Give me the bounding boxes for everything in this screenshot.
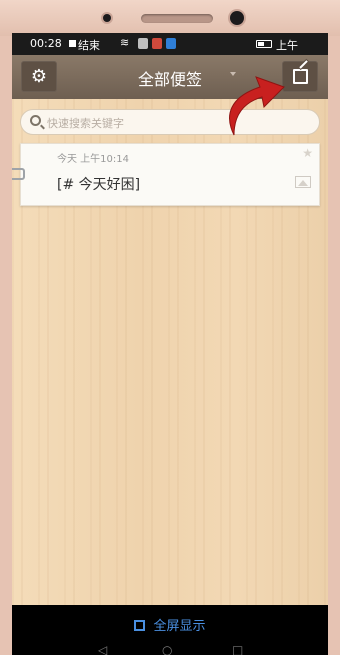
sensor [103, 14, 111, 22]
annotation-arrow [229, 76, 285, 136]
notification-app-icon [166, 38, 176, 49]
compose-icon [292, 69, 308, 84]
stop-icon [69, 40, 76, 47]
star-icon[interactable]: ★ [302, 146, 313, 160]
home-icon[interactable]: ○ [162, 643, 172, 655]
phone-screen: 00:28 结束 ≋ 上午10:16 ⚙ 全部便签 今天 上午10:14 ★ [… [12, 33, 328, 655]
note-text: [# 今天好困] [57, 177, 141, 193]
battery-icon [256, 40, 272, 48]
status-ended-label: 结束 [78, 39, 100, 52]
search-icon [30, 115, 41, 126]
paperclip-icon [12, 168, 25, 180]
front-camera [230, 11, 244, 25]
note-date: 今天 上午10:14 [57, 154, 129, 165]
status-time: 00:28 [30, 37, 62, 50]
new-note-button[interactable] [282, 61, 318, 92]
recents-icon[interactable]: □ [232, 643, 243, 655]
fullscreen-icon [134, 620, 146, 631]
fullscreen-label: 全屏显示 [153, 619, 206, 634]
notification-app-icon [152, 38, 162, 49]
phone-frame-right [328, 36, 340, 655]
notes-list-area: 今天 上午10:14 ★ [# 今天好困] [12, 99, 328, 605]
phone-frame-top [0, 0, 340, 36]
earpiece-speaker [141, 14, 213, 23]
fullscreen-button[interactable]: 全屏显示 [12, 615, 328, 634]
image-icon [295, 176, 311, 188]
wifi-icon: ≋ [120, 36, 130, 49]
note-card[interactable]: 今天 上午10:14 ★ [# 今天好困] [12, 143, 320, 206]
bottom-bar: 全屏显示 ◁ ○ □ [12, 605, 328, 655]
notification-app-icon [138, 38, 148, 49]
phone-frame-left [0, 36, 12, 655]
status-bar: 00:28 结束 ≋ 上午10:16 [12, 33, 328, 66]
back-icon[interactable]: ◁ [98, 643, 107, 655]
